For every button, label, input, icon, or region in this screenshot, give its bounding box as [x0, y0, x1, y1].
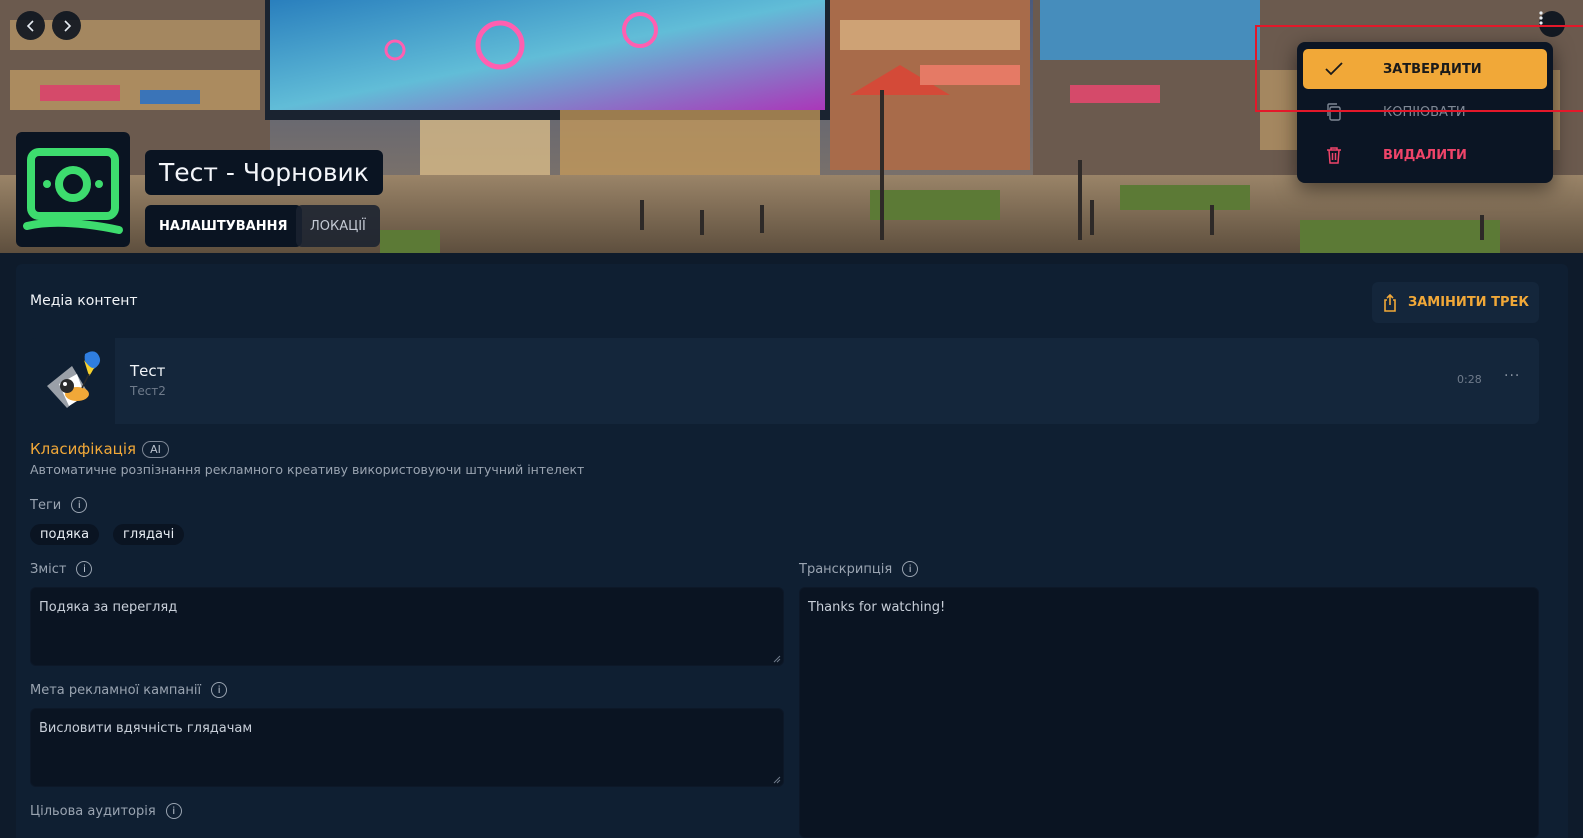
resize-handle-icon[interactable] — [773, 776, 781, 784]
tab-settings[interactable]: НАЛАШТУВАННЯ — [145, 205, 302, 247]
forward-button[interactable] — [52, 11, 81, 40]
kebab-menu-icon — [1539, 11, 1543, 25]
back-button[interactable] — [16, 11, 45, 40]
menu-item-approve[interactable]: ЗАТВЕРДИТИ — [1303, 49, 1547, 89]
info-icon[interactable]: i — [211, 682, 228, 698]
track-duration: 0:28 — [1457, 373, 1482, 386]
campaign-goal-label-text: Мета рекламної кампанії — [30, 682, 202, 698]
campaign-logo — [16, 132, 130, 247]
menu-item-delete[interactable]: ВИДАЛИТИ — [1303, 135, 1547, 175]
track-thumbnail — [30, 338, 115, 424]
track-row[interactable]: Тест Тест2 0:28 ··· — [30, 338, 1539, 424]
page-title: Тест - Чорновик — [145, 150, 383, 195]
menu-item-label: КОПІЮВАТИ — [1383, 104, 1466, 120]
media-section-title: Медіа контент — [30, 293, 138, 309]
tags-label-text: Теги — [30, 497, 62, 513]
content-label-text: Зміст — [30, 561, 67, 577]
target-audience-label: Цільова аудиторія i — [30, 803, 182, 819]
info-icon[interactable]: i — [71, 497, 88, 513]
track-title: Тест — [130, 362, 166, 380]
track-more-button[interactable]: ··· — [1504, 368, 1520, 384]
chevron-left-icon — [26, 19, 34, 32]
more-options-button[interactable] — [1539, 11, 1565, 37]
tags-label: Теги i — [30, 497, 88, 513]
upload-icon — [1384, 293, 1396, 312]
track-subtitle: Тест2 — [130, 384, 166, 398]
transcription-textarea[interactable]: Thanks for watching! — [799, 587, 1539, 838]
money-icon — [23, 147, 123, 234]
campaign-goal-label: Мета рекламної кампанії i — [30, 682, 228, 698]
chevron-right-icon — [63, 19, 71, 32]
trash-icon — [1321, 142, 1347, 168]
info-icon[interactable]: i — [902, 561, 919, 577]
transcription-label: Транскрипція i — [799, 561, 919, 577]
tag-chip[interactable]: подяка — [30, 524, 100, 545]
info-icon[interactable]: i — [76, 561, 93, 577]
campaign-goal-textarea[interactable]: Висловити вдячність глядачам — [30, 708, 784, 787]
replace-track-button[interactable]: ЗАМІНИТИ ТРЕК — [1372, 282, 1539, 323]
replace-track-label: ЗАМІНИТИ ТРЕК — [1407, 295, 1529, 310]
transcription-value: Thanks for watching! — [808, 600, 946, 615]
classification-title: Класифікація — [30, 440, 137, 458]
transcription-label-text: Транскрипція — [799, 561, 893, 577]
check-icon — [1321, 56, 1347, 82]
ai-badge: AI — [142, 440, 169, 458]
tag-chip[interactable]: глядачі — [113, 524, 185, 545]
tab-locations[interactable]: ЛОКАЦІЇ — [296, 205, 380, 247]
content-label: Зміст i — [30, 561, 93, 577]
classification-heading: Класифікація AI — [30, 440, 169, 458]
menu-item-label: ЗАТВЕРДИТИ — [1383, 61, 1482, 77]
target-audience-label-text: Цільова аудиторія — [30, 803, 156, 819]
classification-description: Автоматичне розпізнання рекламного креат… — [30, 462, 585, 477]
actions-menu: ЗАТВЕРДИТИ КОПІЮВАТИ ВИДАЛИТИ — [1297, 42, 1553, 183]
copy-icon — [1321, 99, 1347, 125]
resize-handle-icon[interactable] — [773, 655, 781, 663]
campaign-goal-value: Висловити вдячність глядачам — [39, 721, 253, 736]
menu-item-copy[interactable]: КОПІЮВАТИ — [1303, 92, 1547, 132]
content-textarea[interactable]: Подяка за перегляд — [30, 587, 784, 666]
mascot-thumbnail — [46, 351, 100, 408]
content-value: Подяка за перегляд — [39, 600, 178, 615]
info-icon[interactable]: i — [165, 803, 182, 819]
menu-item-label: ВИДАЛИТИ — [1383, 147, 1467, 163]
